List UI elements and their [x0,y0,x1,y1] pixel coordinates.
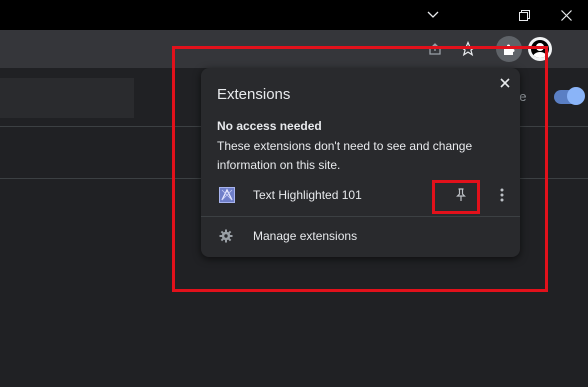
window-titlebar [0,0,588,30]
restore-icon[interactable] [502,0,546,30]
chevron-down-icon[interactable] [411,0,455,30]
highlight-box [172,46,548,292]
pin-highlight-box [432,180,480,214]
close-icon[interactable] [544,0,588,30]
page-search-field[interactable] [0,78,134,118]
toggle-knob [567,87,585,105]
